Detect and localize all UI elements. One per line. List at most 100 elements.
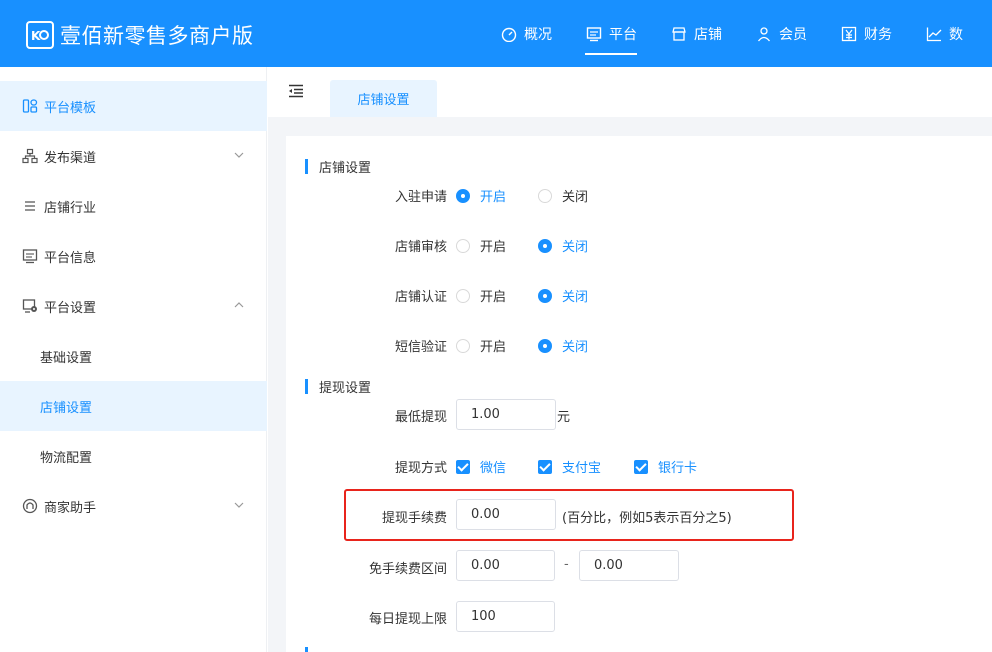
input-value: 0.00 bbox=[594, 558, 623, 573]
list-icon bbox=[22, 198, 38, 214]
sidebar-item-platform-info[interactable]: 平台信息 bbox=[0, 231, 267, 281]
radio-dot bbox=[538, 188, 552, 203]
radio-dot bbox=[538, 288, 552, 303]
checkbox-label: 微信 bbox=[480, 461, 507, 476]
top-header: K 壹佰新零售多商户版 概况 平台 店铺 会员 财务 数 bbox=[0, 0, 992, 67]
radio-store-review-on[interactable]: 开启 bbox=[456, 236, 506, 255]
section-bar bbox=[305, 647, 308, 652]
chart-line-icon bbox=[925, 25, 943, 43]
dashboard-icon bbox=[500, 25, 518, 43]
nav-label: 会员 bbox=[779, 26, 807, 43]
sidebar-item-basic-settings[interactable]: 基础设置 bbox=[0, 331, 267, 381]
nav-finance[interactable]: 财务 bbox=[840, 0, 892, 67]
sidebar-item-label: 发布渠道 bbox=[44, 150, 97, 166]
section-next-partial bbox=[305, 647, 319, 652]
settings-monitor-icon bbox=[22, 298, 38, 314]
sidebar-item-store-settings[interactable]: 店铺设置 bbox=[0, 381, 267, 431]
nav-platform[interactable]: 平台 bbox=[585, 0, 637, 67]
row-label-sms-verify: 短信验证 bbox=[394, 340, 447, 355]
tab-bar: 店铺设置 bbox=[268, 67, 992, 117]
sidebar-item-publish-channel[interactable]: 发布渠道 bbox=[0, 131, 267, 181]
highlight-box bbox=[344, 489, 794, 541]
nav-member[interactable]: 会员 bbox=[755, 0, 807, 67]
radio-dot bbox=[456, 338, 470, 353]
radio-dot bbox=[538, 338, 552, 353]
logo-icon: K bbox=[26, 21, 54, 49]
row-label-daily-limit: 每日提现上限 bbox=[368, 612, 447, 627]
section-bar bbox=[305, 379, 308, 394]
sidebar-item-platform-settings[interactable]: 平台设置 bbox=[0, 281, 267, 331]
row-label-fee-free-range: 免手续费区间 bbox=[368, 562, 447, 577]
section-withdraw-settings: 提现设置 bbox=[305, 377, 371, 396]
menu-collapse-icon[interactable] bbox=[288, 84, 304, 98]
input-value: 0.00 bbox=[471, 558, 500, 573]
sidebar-item-label: 平台信息 bbox=[44, 250, 97, 266]
row-label-join-apply: 入驻申请 bbox=[394, 190, 447, 205]
radio-label: 开启 bbox=[480, 190, 507, 205]
sidebar-item-platform-template[interactable]: 平台模板 bbox=[0, 81, 267, 131]
radio-label: 关闭 bbox=[562, 290, 589, 305]
radio-label: 关闭 bbox=[562, 240, 589, 255]
sidebar-item-logistics[interactable]: 物流配置 bbox=[0, 431, 267, 481]
radio-sms-verify-off[interactable]: 关闭 bbox=[538, 336, 588, 355]
radio-store-cert-off[interactable]: 关闭 bbox=[538, 286, 588, 305]
nav-shop[interactable]: 店铺 bbox=[670, 0, 722, 67]
radio-dot bbox=[456, 188, 470, 203]
app-title: 壹佰新零售多商户版 bbox=[60, 24, 254, 48]
checkbox-wechat[interactable]: 微信 bbox=[456, 457, 506, 476]
radio-label: 关闭 bbox=[562, 190, 589, 205]
input-value: 1.00 bbox=[471, 407, 500, 422]
sidebar-item-label: 店铺行业 bbox=[44, 200, 97, 216]
monitor-icon bbox=[585, 25, 603, 43]
checkbox-label: 银行卡 bbox=[658, 461, 698, 476]
sidebar-item-label: 店铺设置 bbox=[40, 400, 93, 416]
currency-unit: 元 bbox=[557, 410, 571, 425]
checkbox-bank-card[interactable]: 银行卡 bbox=[634, 457, 697, 476]
sidebar-item-label: 物流配置 bbox=[40, 450, 93, 466]
sidebar-item-label: 基础设置 bbox=[40, 350, 93, 366]
fee-free-from-input[interactable]: 0.00 bbox=[456, 550, 555, 581]
radio-label: 开启 bbox=[480, 240, 507, 255]
checkbox-checked-icon bbox=[634, 459, 648, 474]
daily-limit-input[interactable]: 100 bbox=[456, 601, 555, 632]
radio-store-cert-on[interactable]: 开启 bbox=[456, 286, 506, 305]
sidebar-item-merchant-assistant[interactable]: 商家助手 bbox=[0, 481, 267, 531]
radio-join-apply-off[interactable]: 关闭 bbox=[538, 186, 588, 205]
sidebar-item-label: 平台模板 bbox=[44, 100, 97, 116]
row-label-store-cert: 店铺认证 bbox=[394, 290, 447, 305]
row-label-min-withdraw: 最低提现 bbox=[394, 410, 447, 425]
row-label-store-review: 店铺审核 bbox=[394, 240, 447, 255]
tab-store-settings[interactable]: 店铺设置 bbox=[330, 80, 437, 117]
finance-icon bbox=[840, 25, 858, 43]
checkbox-label: 支付宝 bbox=[562, 461, 602, 476]
nav-data[interactable]: 数 bbox=[925, 0, 963, 67]
nav-label: 数 bbox=[949, 26, 963, 43]
nav-overview[interactable]: 概况 bbox=[500, 0, 552, 67]
chevron-down-icon bbox=[233, 499, 245, 511]
checkbox-checked-icon bbox=[456, 459, 470, 474]
sidebar-item-label: 平台设置 bbox=[44, 300, 97, 316]
input-value: 100 bbox=[471, 609, 496, 624]
section-store-settings: 店铺设置 bbox=[305, 157, 371, 176]
chevron-up-icon bbox=[233, 299, 245, 311]
radio-sms-verify-on[interactable]: 开启 bbox=[456, 336, 506, 355]
nav-label: 财务 bbox=[864, 26, 892, 43]
radio-store-review-off[interactable]: 关闭 bbox=[538, 236, 588, 255]
radio-dot bbox=[456, 238, 470, 253]
nav-label: 平台 bbox=[609, 26, 637, 43]
range-separator: - bbox=[564, 557, 569, 572]
checkbox-alipay[interactable]: 支付宝 bbox=[538, 457, 601, 476]
fee-free-to-input[interactable]: 0.00 bbox=[579, 550, 679, 581]
section-title: 提现设置 bbox=[319, 381, 372, 396]
sidebar-item-label: 商家助手 bbox=[44, 500, 97, 516]
sidebar: 平台模板 发布渠道 店铺行业 平台信息 平台设置 基础设置 店铺设置 物流配置 … bbox=[0, 67, 267, 652]
section-title: 店铺设置 bbox=[319, 161, 372, 176]
nav-label: 店铺 bbox=[694, 26, 722, 43]
row-label-withdraw-method: 提现方式 bbox=[394, 461, 447, 476]
logo[interactable]: K 壹佰新零售多商户版 bbox=[26, 20, 254, 50]
radio-label: 开启 bbox=[480, 340, 507, 355]
radio-join-apply-on[interactable]: 开启 bbox=[456, 186, 506, 205]
checkbox-checked-icon bbox=[538, 459, 552, 474]
min-withdraw-input[interactable]: 1.00 bbox=[456, 399, 556, 430]
sidebar-item-store-industry[interactable]: 店铺行业 bbox=[0, 181, 267, 231]
